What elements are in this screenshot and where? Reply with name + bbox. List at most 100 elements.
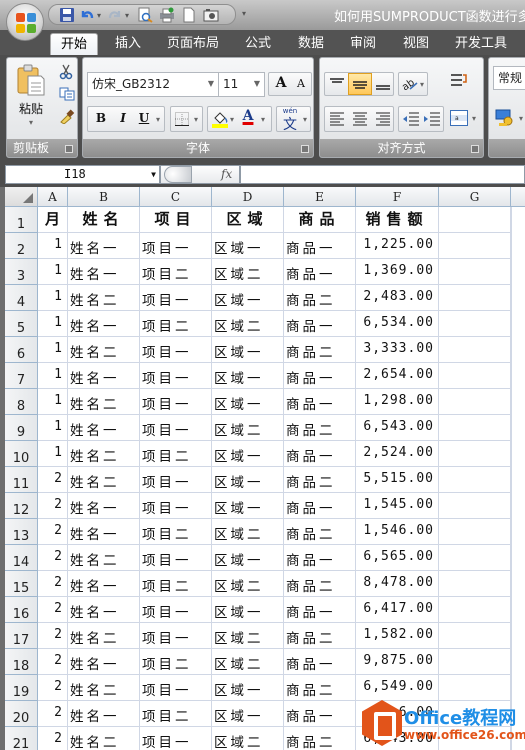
data-cell[interactable]: 1 — [38, 363, 68, 389]
data-cell[interactable]: 1 — [38, 233, 68, 259]
data-cell[interactable]: 商品一 — [284, 649, 356, 675]
empty-cell[interactable] — [439, 415, 511, 441]
empty-cell[interactable] — [439, 311, 511, 337]
data-cell[interactable]: 2 — [38, 545, 68, 571]
data-cell[interactable]: 商品一 — [284, 389, 356, 415]
sales-cell[interactable]: 6,549.00 — [356, 675, 439, 701]
tab-page-layout[interactable]: 页面布局 — [160, 33, 226, 55]
data-cell[interactable]: 2 — [38, 675, 68, 701]
data-cell[interactable]: 商品一 — [284, 259, 356, 285]
empty-cell[interactable] — [439, 337, 511, 363]
empty-cell[interactable] — [439, 675, 511, 701]
empty-cell[interactable] — [439, 545, 511, 571]
header-cell[interactable]: 区域 — [212, 207, 284, 233]
data-cell[interactable]: 区域二 — [212, 571, 284, 597]
sales-cell[interactable]: 8,478.00 — [356, 571, 439, 597]
column-header-g[interactable]: G — [439, 187, 511, 207]
align-right-icon[interactable] — [375, 112, 391, 126]
empty-cell[interactable] — [439, 493, 511, 519]
data-cell[interactable]: 姓名一 — [68, 311, 140, 337]
data-cell[interactable]: 区域一 — [212, 701, 284, 727]
data-cell[interactable]: 区域一 — [212, 363, 284, 389]
row-header[interactable]: 8 — [5, 389, 38, 415]
data-cell[interactable]: 项目一 — [140, 389, 212, 415]
data-cell[interactable]: 区域一 — [212, 285, 284, 311]
data-cell[interactable]: 商品一 — [284, 311, 356, 337]
sales-cell[interactable]: 6,417.00 — [356, 597, 439, 623]
empty-cell[interactable] — [439, 363, 511, 389]
row-header[interactable]: 12 — [5, 493, 38, 519]
data-cell[interactable]: 项目二 — [140, 441, 212, 467]
select-all-button[interactable] — [5, 187, 38, 207]
font-size-select[interactable]: 11 ▼ — [218, 72, 265, 97]
italic-button[interactable]: I — [112, 111, 134, 125]
sales-cell[interactable]: 3,333.00 — [356, 337, 439, 363]
header-cell[interactable]: 月 — [38, 207, 68, 233]
column-header-c[interactable]: C — [140, 187, 212, 207]
grow-font-button[interactable]: A — [271, 75, 291, 91]
column-header-b[interactable]: B — [68, 187, 140, 207]
row-header[interactable]: 6 — [5, 337, 38, 363]
empty-cell[interactable] — [439, 649, 511, 675]
data-cell[interactable]: 商品二 — [284, 519, 356, 545]
data-cell[interactable]: 姓名二 — [68, 467, 140, 493]
new-document-icon[interactable] — [181, 7, 197, 23]
row-header[interactable]: 9 — [5, 415, 38, 441]
sales-cell[interactable]: 1,546.00 — [356, 519, 439, 545]
bold-button[interactable]: B — [90, 111, 112, 125]
data-cell[interactable]: 区域一 — [212, 597, 284, 623]
underline-dropdown-icon[interactable]: ▾ — [156, 115, 160, 124]
data-cell[interactable]: 商品一 — [284, 597, 356, 623]
data-cell[interactable]: 项目一 — [140, 675, 212, 701]
data-cell[interactable]: 项目一 — [140, 337, 212, 363]
data-cell[interactable]: 区域一 — [212, 233, 284, 259]
wrap-text-icon[interactable] — [450, 72, 468, 90]
empty-cell[interactable] — [439, 441, 511, 467]
fill-color-dropdown-icon[interactable]: ▾ — [230, 115, 234, 124]
data-cell[interactable]: 商品一 — [284, 233, 356, 259]
paste-dropdown-icon[interactable]: ▾ — [11, 118, 51, 127]
data-cell[interactable]: 1 — [38, 311, 68, 337]
data-cell[interactable]: 2 — [38, 467, 68, 493]
data-cell[interactable]: 区域一 — [212, 675, 284, 701]
data-cell[interactable]: 区域一 — [212, 389, 284, 415]
row-header[interactable]: 10 — [5, 441, 38, 467]
tab-insert[interactable]: 插入 — [106, 33, 150, 55]
data-cell[interactable]: 区域二 — [212, 415, 284, 441]
copy-icon[interactable] — [59, 87, 75, 101]
data-cell[interactable]: 区域二 — [212, 519, 284, 545]
row-header[interactable]: 21 — [5, 727, 38, 750]
align-top-icon[interactable] — [329, 77, 345, 91]
tab-data[interactable]: 数据 — [289, 33, 333, 55]
column-header-d[interactable]: D — [212, 187, 284, 207]
header-cell[interactable]: 姓名 — [68, 207, 140, 233]
font-name-select[interactable]: 仿宋_GB2312 ▼ — [87, 72, 219, 97]
borders-button[interactable]: ▾ — [170, 106, 203, 132]
header-cell[interactable]: 销售额 — [356, 207, 439, 233]
align-middle-button[interactable] — [348, 73, 372, 95]
data-cell[interactable]: 项目一 — [140, 285, 212, 311]
data-cell[interactable]: 商品一 — [284, 441, 356, 467]
row-header[interactable]: 15 — [5, 571, 38, 597]
align-left-icon[interactable] — [329, 112, 345, 126]
data-cell[interactable]: 商品一 — [284, 363, 356, 389]
empty-cell[interactable] — [439, 597, 511, 623]
sales-cell[interactable]: 5,515.00 — [356, 467, 439, 493]
data-cell[interactable]: 姓名一 — [68, 701, 140, 727]
data-cell[interactable]: 商品一 — [284, 701, 356, 727]
data-cell[interactable]: 项目一 — [140, 363, 212, 389]
sales-cell[interactable]: 1,298.00 — [356, 389, 439, 415]
data-cell[interactable]: 项目一 — [140, 545, 212, 571]
tab-review[interactable]: 审阅 — [341, 33, 385, 55]
font-color-dropdown-icon[interactable]: ▾ — [261, 115, 265, 124]
data-cell[interactable]: 商品二 — [284, 571, 356, 597]
data-cell[interactable]: 2 — [38, 493, 68, 519]
data-cell[interactable]: 姓名一 — [68, 597, 140, 623]
data-cell[interactable]: 项目二 — [140, 701, 212, 727]
orientation-button[interactable]: ab ▾ — [398, 72, 428, 96]
row-header[interactable]: 16 — [5, 597, 38, 623]
redo-icon[interactable] — [107, 7, 123, 23]
row-header[interactable]: 4 — [5, 285, 38, 311]
data-cell[interactable]: 区域二 — [212, 311, 284, 337]
clipboard-dialog-launcher-icon[interactable] — [65, 145, 73, 153]
